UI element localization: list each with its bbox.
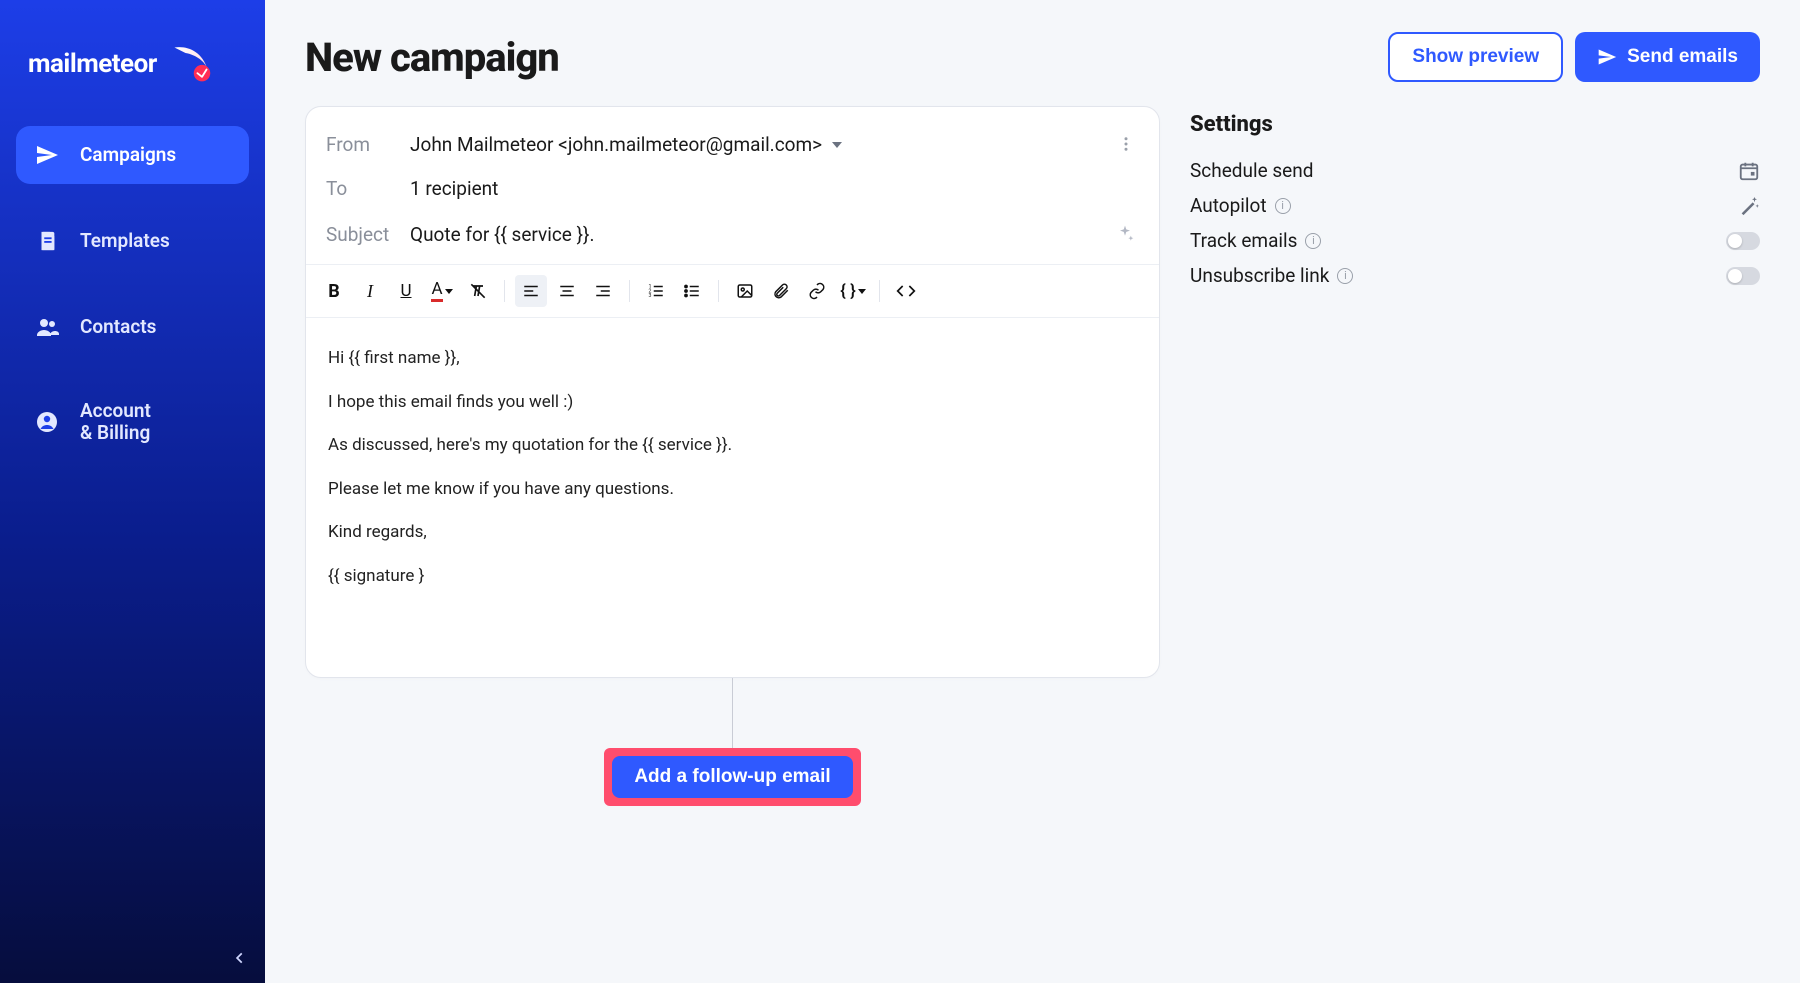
editor-card: From John Mailmeteor <john.mailmeteor@gm… xyxy=(305,106,1160,678)
info-icon[interactable]: i xyxy=(1337,268,1353,284)
sidebar: mailmeteor Campaigns Templa xyxy=(0,0,265,983)
sidebar-item-campaigns[interactable]: Campaigns xyxy=(16,126,249,184)
attachment-button[interactable] xyxy=(765,275,797,307)
to-value: 1 recipient xyxy=(410,177,1139,200)
toolbar-separator xyxy=(718,280,719,302)
header: New campaign Show preview Send emails xyxy=(305,32,1760,82)
info-icon[interactable]: i xyxy=(1305,233,1321,249)
send-emails-button[interactable]: Send emails xyxy=(1575,32,1760,82)
body-line: Hi {{ first name }}, xyxy=(328,346,1137,372)
sidebar-item-label: Templates xyxy=(80,230,170,252)
header-actions: Show preview Send emails xyxy=(1388,32,1760,82)
document-icon xyxy=(34,228,60,254)
meteor-logo-icon xyxy=(169,42,213,86)
followup-section: Add a follow-up email xyxy=(305,678,1160,806)
setting-label-text: Track emails xyxy=(1190,229,1297,252)
user-circle-icon xyxy=(34,409,60,435)
editor-toolbar: B I U A xyxy=(306,264,1159,318)
body-line: {{ signature } xyxy=(328,564,1137,590)
more-menu-button[interactable] xyxy=(1113,131,1139,157)
page-title: New campaign xyxy=(305,34,559,81)
setting-unsubscribe-link[interactable]: Unsubscribe link i xyxy=(1190,258,1760,293)
subject-value: Quote for {{ service }}. xyxy=(410,223,1111,246)
body-line: Kind regards, xyxy=(328,520,1137,546)
send-emails-label: Send emails xyxy=(1627,46,1738,68)
subject-label: Subject xyxy=(326,223,410,246)
send-icon xyxy=(1597,47,1617,67)
sparkle-icon[interactable] xyxy=(1111,220,1139,248)
align-left-button[interactable] xyxy=(515,275,547,307)
content-row: From John Mailmeteor <john.mailmeteor@gm… xyxy=(305,106,1760,806)
email-body-editor[interactable]: Hi {{ first name }}, I hope this email f… xyxy=(306,318,1159,677)
body-line: I hope this email finds you well :) xyxy=(328,390,1137,416)
bold-button[interactable]: B xyxy=(318,275,350,307)
sidebar-item-templates[interactable]: Templates xyxy=(16,212,249,270)
brand: mailmeteor xyxy=(16,18,249,126)
body-line: Please let me know if you have any quest… xyxy=(328,477,1137,503)
sidebar-item-label: Campaigns xyxy=(80,144,176,166)
variables-button[interactable]: { } xyxy=(837,275,869,307)
main-content: New campaign Show preview Send emails Fr… xyxy=(265,0,1800,983)
followup-highlight: Add a follow-up email xyxy=(604,748,860,806)
svg-text:3: 3 xyxy=(649,293,652,299)
show-preview-button[interactable]: Show preview xyxy=(1388,32,1563,82)
ordered-list-button[interactable]: 123 xyxy=(640,275,672,307)
subject-row[interactable]: Subject Quote for {{ service }}. xyxy=(326,210,1139,258)
sidebar-item-account-billing[interactable]: Account & Billing xyxy=(16,384,249,460)
toggle-unsubscribe-link[interactable] xyxy=(1726,267,1760,285)
send-icon xyxy=(34,142,60,168)
setting-track-emails[interactable]: Track emails i xyxy=(1190,223,1760,258)
toolbar-separator xyxy=(879,280,880,302)
from-label: From xyxy=(326,133,410,156)
collapse-sidebar-button[interactable] xyxy=(233,951,247,965)
sidebar-item-label: Contacts xyxy=(80,316,156,338)
connector-line xyxy=(732,678,733,748)
info-icon[interactable]: i xyxy=(1275,198,1291,214)
brand-name: mailmeteor xyxy=(28,49,157,79)
to-row[interactable]: To 1 recipient xyxy=(326,167,1139,210)
unordered-list-button[interactable] xyxy=(676,275,708,307)
body-line: As discussed, here's my quotation for th… xyxy=(328,433,1137,459)
underline-button[interactable]: U xyxy=(390,275,422,307)
toolbar-separator xyxy=(504,280,505,302)
compose-fields: From John Mailmeteor <john.mailmeteor@gm… xyxy=(306,107,1159,264)
setting-label-text: Schedule send xyxy=(1190,159,1313,182)
settings-panel: Settings Schedule send Autopilot i xyxy=(1190,106,1760,293)
toggle-track-emails[interactable] xyxy=(1726,232,1760,250)
sidebar-item-contacts[interactable]: Contacts xyxy=(16,298,249,356)
people-icon xyxy=(34,314,60,340)
sidebar-item-label: Account & Billing xyxy=(80,400,151,444)
clear-format-button[interactable] xyxy=(462,275,494,307)
to-label: To xyxy=(326,177,410,200)
setting-label-text: Autopilot xyxy=(1190,194,1267,217)
add-followup-button[interactable]: Add a follow-up email xyxy=(612,756,852,798)
from-row[interactable]: From John Mailmeteor <john.mailmeteor@gm… xyxy=(326,121,1139,167)
setting-schedule-send[interactable]: Schedule send xyxy=(1190,153,1760,188)
wand-icon[interactable] xyxy=(1738,195,1760,217)
link-button[interactable] xyxy=(801,275,833,307)
image-button[interactable] xyxy=(729,275,761,307)
settings-heading: Settings xyxy=(1190,112,1760,137)
text-color-button[interactable]: A xyxy=(426,275,458,307)
align-center-button[interactable] xyxy=(551,275,583,307)
calendar-icon[interactable] xyxy=(1738,160,1760,182)
setting-autopilot[interactable]: Autopilot i xyxy=(1190,188,1760,223)
editor-column: From John Mailmeteor <john.mailmeteor@gm… xyxy=(305,106,1160,806)
align-right-button[interactable] xyxy=(587,275,619,307)
italic-button[interactable]: I xyxy=(354,275,386,307)
toolbar-separator xyxy=(629,280,630,302)
from-value: John Mailmeteor <john.mailmeteor@gmail.c… xyxy=(410,133,1113,156)
setting-label-text: Unsubscribe link xyxy=(1190,264,1329,287)
code-view-button[interactable] xyxy=(890,275,922,307)
